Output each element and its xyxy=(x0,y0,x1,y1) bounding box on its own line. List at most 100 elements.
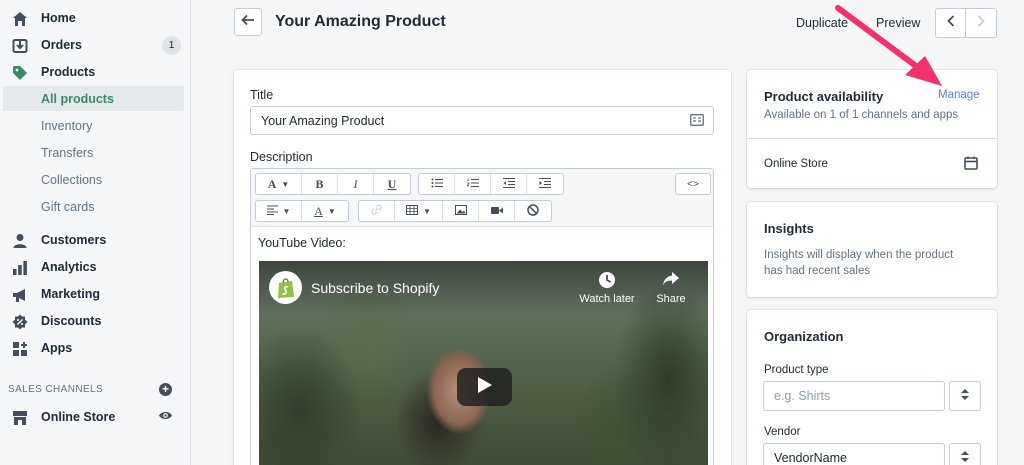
sidebar-item-products[interactable]: Products xyxy=(0,59,191,86)
share-arrow-icon xyxy=(641,271,701,293)
vendor-label: Vendor xyxy=(764,426,801,438)
product-type-label: Product type xyxy=(764,364,829,376)
product-availability-card: Product availability Manage Available on… xyxy=(747,70,997,188)
eye-icon[interactable] xyxy=(158,408,173,423)
sidebar-subitem-inventory[interactable]: Inventory xyxy=(3,113,184,138)
duplicate-button[interactable]: Duplicate xyxy=(796,16,848,30)
back-button[interactable] xyxy=(234,8,262,36)
sidebar-item-analytics[interactable]: Analytics xyxy=(0,254,191,281)
block-icon xyxy=(527,203,539,219)
title-input-value: Your Amazing Product xyxy=(261,113,385,128)
sidebar-item-marketing[interactable]: Marketing xyxy=(0,281,191,308)
underline-label: U xyxy=(387,176,397,191)
title-label: Title xyxy=(250,88,274,102)
sidebar-item-label: Apps xyxy=(41,341,73,355)
play-icon xyxy=(477,376,492,398)
sidebar-subitem-label: Transfers xyxy=(41,146,94,160)
clear-formatting-button[interactable] xyxy=(515,201,551,221)
sidebar-item-label: Marketing xyxy=(41,287,101,301)
bold-label: B xyxy=(315,176,324,191)
sidebar-item-customers[interactable]: Customers xyxy=(0,227,191,254)
caret-down-icon: ▼ xyxy=(327,206,336,216)
toolbar-group-format: ▼ A ▼ xyxy=(255,200,349,222)
font-dropdown-button[interactable]: A ▼ xyxy=(256,174,302,194)
shopify-logo-icon[interactable] xyxy=(269,271,302,304)
insert-video-button[interactable] xyxy=(479,201,515,221)
editor-toolbar: A ▼ B I U <> ▼ A ▼ ▼ xyxy=(251,169,713,227)
numbered-list-button[interactable] xyxy=(455,174,491,194)
home-icon xyxy=(11,10,28,27)
code-label: <> xyxy=(687,178,699,190)
sidebar-item-label: Online Store xyxy=(41,410,116,424)
play-button[interactable] xyxy=(457,368,512,406)
sidebar-item-label: Customers xyxy=(41,233,107,247)
html-source-button[interactable]: <> xyxy=(676,174,710,194)
text-color-dropdown-button[interactable]: A ▼ xyxy=(302,201,348,221)
italic-button[interactable]: I xyxy=(338,174,374,194)
orders-count-badge: 1 xyxy=(162,36,181,55)
text-color-icon: A xyxy=(314,203,323,218)
text-card-icon xyxy=(690,114,704,129)
table-dropdown-button[interactable]: ▼ xyxy=(395,201,443,221)
sidebar-subitem-all-products[interactable]: All products xyxy=(3,86,184,111)
calendar-icon[interactable] xyxy=(964,156,978,175)
sidebar-item-home[interactable]: Home xyxy=(0,5,191,32)
product-type-select-button[interactable] xyxy=(949,381,981,411)
sidebar-subitem-transfers[interactable]: Transfers xyxy=(3,140,184,165)
title-input[interactable]: Your Amazing Product xyxy=(250,106,714,135)
vendor-value: VendorName xyxy=(774,451,847,465)
watch-later-label: Watch later xyxy=(579,293,635,305)
bullet-list-button[interactable] xyxy=(419,174,455,194)
outdent-icon xyxy=(502,177,515,191)
arrow-left-icon xyxy=(241,13,255,31)
description-editor[interactable]: A ▼ B I U <> ▼ A ▼ ▼ YouTube Video: Subs… xyxy=(250,168,714,465)
page-title: Your Amazing Product xyxy=(275,13,446,30)
video-title[interactable]: Subscribe to Shopify xyxy=(311,280,439,296)
align-left-icon xyxy=(266,204,278,218)
sidebar-item-orders[interactable]: Orders 1 xyxy=(0,32,191,59)
product-pager xyxy=(935,8,997,38)
sidebar-subitem-gift-cards[interactable]: Gift cards xyxy=(3,194,184,219)
chevron-right-icon xyxy=(977,14,985,32)
align-dropdown-button[interactable]: ▼ xyxy=(256,201,302,221)
bold-button[interactable]: B xyxy=(302,174,338,194)
toolbar-group-text: A ▼ B I U xyxy=(255,173,411,195)
divider xyxy=(747,138,997,139)
editor-content-text: YouTube Video: xyxy=(258,236,346,250)
link-icon xyxy=(371,204,382,218)
link-button[interactable] xyxy=(359,201,395,221)
clock-icon xyxy=(577,271,637,293)
manage-link[interactable]: Manage xyxy=(938,89,980,101)
next-product-button[interactable] xyxy=(966,9,996,37)
description-label: Description xyxy=(250,150,313,164)
sidebar-item-discounts[interactable]: Discounts xyxy=(0,308,191,335)
youtube-video-embed[interactable]: Subscribe to Shopify Watch later Share xyxy=(259,261,708,465)
megaphone-icon xyxy=(11,286,28,303)
vendor-input[interactable]: VendorName xyxy=(763,443,945,465)
outdent-button[interactable] xyxy=(491,174,527,194)
vendor-select-button[interactable] xyxy=(949,443,981,465)
indent-button[interactable] xyxy=(527,174,563,194)
add-channel-plus-icon[interactable]: + xyxy=(159,383,172,396)
previous-product-button[interactable] xyxy=(936,9,967,37)
preview-button[interactable]: Preview xyxy=(876,16,920,30)
availability-heading: Product availability xyxy=(764,89,884,104)
numbered-list-icon xyxy=(466,177,479,191)
share-label: Share xyxy=(656,293,686,305)
sidebar: Home Orders 1 Products All products Inve… xyxy=(0,0,191,465)
sidebar-item-apps[interactable]: Apps xyxy=(0,335,191,362)
sidebar-subitem-collections[interactable]: Collections xyxy=(3,167,184,192)
apps-icon xyxy=(11,340,28,357)
underline-button[interactable]: U xyxy=(374,174,410,194)
tag-icon xyxy=(11,64,28,81)
video-camera-icon xyxy=(490,204,503,218)
toolbar-group-insert: ▼ xyxy=(358,200,552,222)
insert-image-button[interactable] xyxy=(443,201,479,221)
product-type-input[interactable]: e.g. Shirts xyxy=(763,381,945,411)
product-type-placeholder: e.g. Shirts xyxy=(774,389,831,403)
watch-later-button[interactable]: Watch later xyxy=(577,271,637,305)
sidebar-item-label: Analytics xyxy=(41,260,97,274)
share-button[interactable]: Share xyxy=(641,271,701,305)
sidebar-item-label: Products xyxy=(41,65,96,79)
organization-card: Organization Product type e.g. Shirts Ve… xyxy=(747,310,997,465)
